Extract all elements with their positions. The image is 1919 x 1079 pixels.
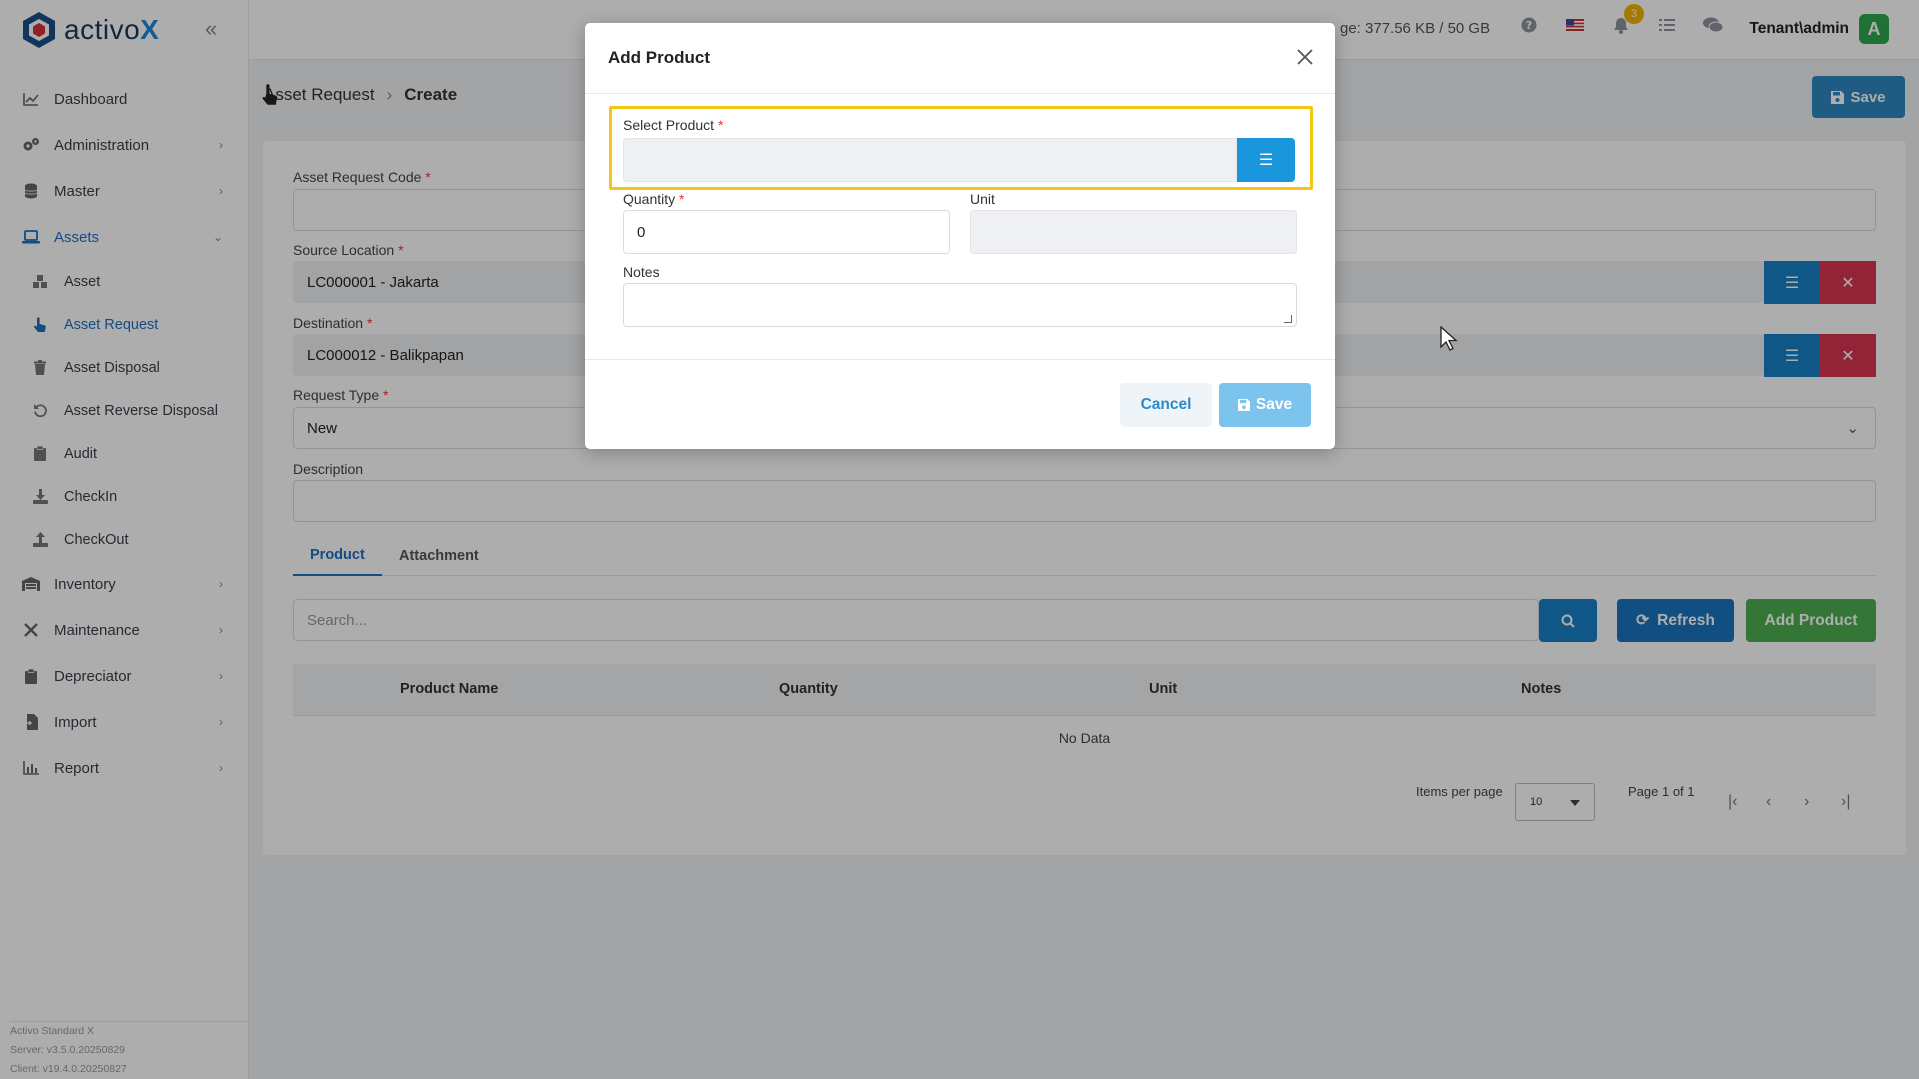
floppy-disk-icon [1237,399,1250,411]
quantity-input[interactable]: 0 [623,210,950,254]
select-product-lookup-button[interactable]: ☰ [1237,138,1295,182]
notes-label: Notes [623,264,660,280]
list-icon: ☰ [1258,152,1274,169]
select-product-input[interactable] [623,138,1237,182]
notes-textarea[interactable] [623,283,1297,327]
dialog-footer-divider [585,359,1335,360]
unit-label: Unit [970,191,995,207]
resize-handle-icon[interactable] [1284,315,1292,323]
select-product-label: Select Product * [623,117,724,133]
unit-input[interactable] [970,210,1297,254]
cancel-button[interactable]: Cancel [1120,383,1212,427]
add-product-dialog: Add Product Select Product * ☰ Quantity … [585,23,1335,449]
mouse-cursor-icon [1440,326,1458,351]
quantity-label: Quantity * [623,191,685,207]
dialog-header-divider [585,93,1335,94]
dialog-title: Add Product [608,48,710,67]
close-icon[interactable] [1295,47,1315,67]
dialog-save-button[interactable]: Save [1219,383,1311,427]
dialog-save-label: Save [1255,396,1293,413]
